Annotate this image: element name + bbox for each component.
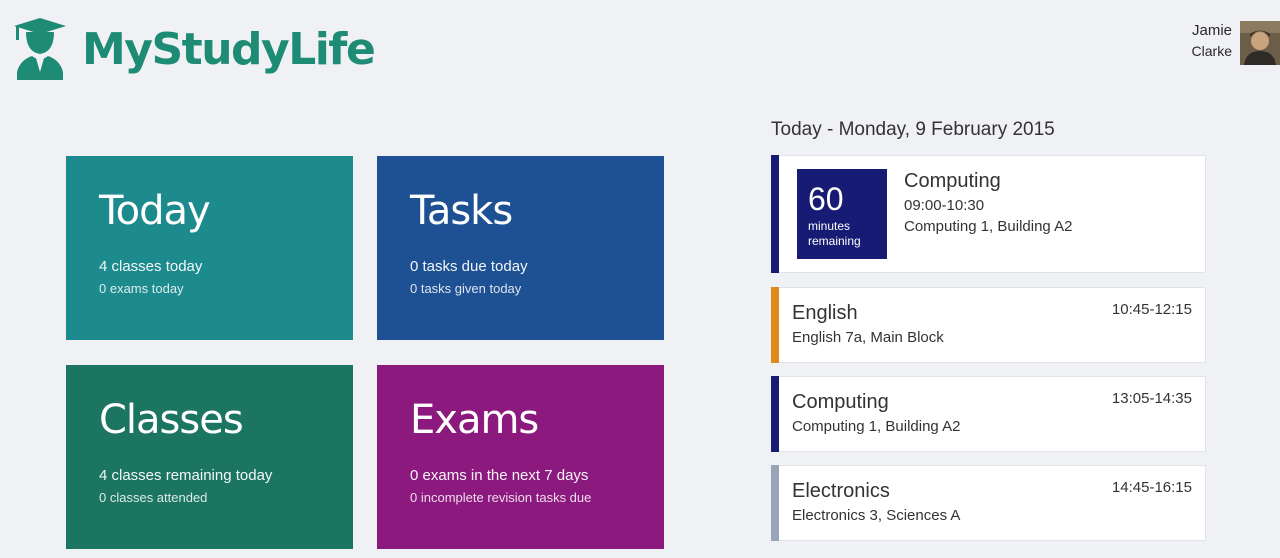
user-last-name: Clarke	[1191, 43, 1232, 59]
class-time: 10:45-12:15	[1111, 301, 1192, 318]
class-card-computing[interactable]: Computing Computing 1, Building A2 13:05…	[771, 376, 1206, 452]
countdown-box: 60 minutes remaining	[797, 169, 887, 259]
class-time: 09:00-10:30	[904, 197, 985, 214]
tile-line-2: 0 classes attended	[99, 490, 208, 505]
user-profile[interactable]: Jamie Clarke	[1192, 21, 1280, 65]
class-card-english[interactable]: English English 7a, Main Block 10:45-12:…	[771, 287, 1206, 363]
class-title: English	[792, 302, 858, 324]
class-color-bar	[771, 376, 779, 452]
class-color-bar	[771, 465, 779, 541]
countdown-value: 60	[808, 181, 844, 217]
user-first-name: Jamie	[1191, 22, 1232, 39]
tile-line-2: 0 incomplete revision tasks due	[410, 490, 592, 505]
app-name: MyStudyLife	[82, 23, 376, 75]
graduate-logo-icon	[14, 18, 66, 80]
tasks-tile[interactable]: Tasks 0 tasks due today 0 tasks given to…	[377, 156, 664, 340]
tile-line-2: 0 exams today	[99, 281, 184, 296]
tile-line-1: 0 exams in the next 7 days	[410, 467, 589, 484]
tile-title: Today	[99, 188, 211, 234]
class-location: Computing 1, Building A2	[904, 218, 1073, 235]
tile-title: Classes	[99, 397, 244, 443]
class-time: 13:05-14:35	[1111, 390, 1192, 407]
class-card-electronics[interactable]: Electronics Electronics 3, Sciences A 14…	[771, 465, 1206, 541]
class-location: Electronics 3, Sciences A	[792, 507, 961, 524]
class-title: Electronics	[792, 480, 890, 502]
countdown-unit-1: minutes	[808, 219, 851, 233]
app-logo[interactable]: MyStudyLife	[12, 16, 376, 82]
class-title: Computing	[904, 170, 1001, 192]
class-color-bar	[771, 155, 779, 273]
tile-line-2: 0 tasks given today	[410, 281, 522, 296]
countdown-unit-2: remaining	[808, 234, 861, 248]
tile-line-1: 4 classes remaining today	[99, 467, 273, 484]
today-tile[interactable]: Today 4 classes today 0 exams today	[66, 156, 353, 340]
user-avatar[interactable]	[1240, 21, 1280, 65]
current-class-card[interactable]: 60 minutes remaining Computing 09:00-10:…	[771, 155, 1206, 273]
current-class-info: Computing 09:00-10:30 Computing 1, Build…	[904, 170, 1072, 235]
class-location: Computing 1, Building A2	[792, 418, 961, 435]
tile-title: Tasks	[410, 188, 513, 234]
class-location: English 7a, Main Block	[792, 329, 944, 346]
class-time: 14:45-16:15	[1111, 479, 1192, 496]
tile-line-1: 0 tasks due today	[410, 258, 528, 275]
tile-line-1: 4 classes today	[99, 258, 203, 275]
exams-tile[interactable]: Exams 0 exams in the next 7 days 0 incom…	[377, 365, 664, 549]
tile-title: Exams	[410, 397, 539, 443]
class-title: Computing	[792, 391, 889, 413]
user-name: Jamie Clarke	[1192, 21, 1232, 61]
classes-tile[interactable]: Classes 4 classes remaining today 0 clas…	[66, 365, 353, 549]
class-color-bar	[771, 287, 779, 363]
schedule-heading: Today - Monday, 9 February 2015	[771, 119, 1055, 140]
